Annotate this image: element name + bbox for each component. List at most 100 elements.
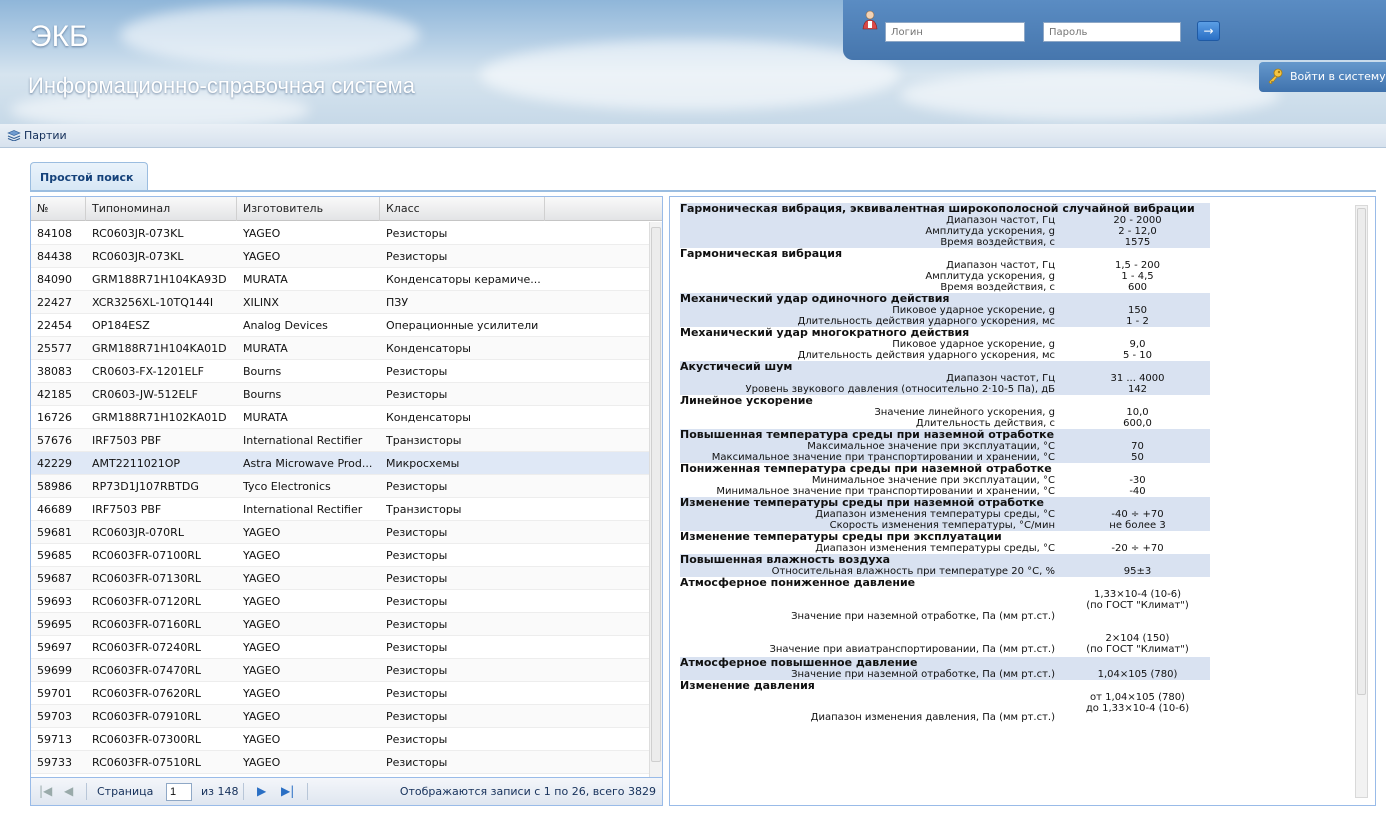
spec-row: Значение при авиатранспортировании, Па (…	[680, 633, 1210, 657]
cell-number: 22427	[37, 296, 72, 309]
table-row[interactable]: 84090 GRM188R71H104KA93D MURATA Конденсатор…	[31, 268, 649, 291]
spec-value: 20 - 2000	[1113, 215, 1162, 226]
spec-row: Значение при наземной отработке, Па (мм …	[680, 589, 1210, 633]
cell-manufacturer: YAGEO	[243, 227, 281, 240]
spec-value: -40	[1129, 486, 1146, 497]
cell-class: Конденсаторы керамиче...	[386, 273, 541, 286]
arrow-right-icon: →	[1203, 24, 1214, 38]
cell-class: Резисторы	[386, 756, 448, 769]
spec-key: Амплитуда ускорения, g	[925, 226, 1055, 237]
table-row[interactable]: 59681 RC0603JR-070RL YAGEO Резисторы	[31, 521, 649, 544]
cell-type: RP73D1J107RBTDG	[92, 480, 199, 493]
table-row[interactable]: 59693 RC0603FR-07120RL YAGEO Резисторы	[31, 590, 649, 613]
cell-manufacturer: MURATA	[243, 411, 288, 424]
cell-type: RC0603FR-07240RL	[92, 641, 202, 654]
tab-simple-search[interactable]: Простой поиск	[30, 162, 148, 190]
table-row[interactable]: 58986 RP73D1J107RBTDG Tyco Electronics Рези…	[31, 475, 649, 498]
cell-manufacturer: Bourns	[243, 388, 282, 401]
spec-value: 9,0	[1129, 339, 1146, 350]
spec-row: Диапазон изменения температуры среды, °С…	[680, 509, 1210, 520]
cell-class: Резисторы	[386, 480, 448, 493]
table-row[interactable]: 59685 RC0603FR-07100RL YAGEO Резисторы	[31, 544, 649, 567]
table-row[interactable]: 42229 AMT2211021OP Astra Microwave Prod...…	[31, 452, 649, 475]
cell-manufacturer: YAGEO	[243, 526, 281, 539]
table-row[interactable]: 46689 IRF7503 PBF International Rectifier Т…	[31, 498, 649, 521]
cell-number: 59697	[37, 641, 72, 654]
table-row[interactable]: 59703 RC0603FR-07910RL YAGEO Резисторы	[31, 705, 649, 728]
cell-manufacturer: YAGEO	[243, 572, 281, 585]
table-row[interactable]: 57676 IRF7503 PBF International Rectifier Т…	[31, 429, 649, 452]
column-header-number[interactable]: №	[31, 197, 86, 221]
cell-manufacturer: Bourns	[243, 365, 282, 378]
spec-section-title: Атмосферное повышенное давление	[680, 657, 1210, 669]
cell-manufacturer: MURATA	[243, 342, 288, 355]
tab-underline	[30, 190, 1376, 192]
password-input[interactable]	[1043, 22, 1181, 42]
spec-value: 31 ... 4000	[1110, 373, 1165, 384]
table-row[interactable]: 59699 RC0603FR-07470RL YAGEO Резисторы	[31, 659, 649, 682]
cell-type: RC0603FR-07510RL	[92, 756, 202, 769]
key-icon	[1268, 68, 1283, 84]
table-row[interactable]: 84108 RC0603JR-073KL YAGEO Резисторы	[31, 222, 649, 245]
cell-number: 59685	[37, 549, 72, 562]
cell-type: RC0603JR-070RL	[92, 526, 184, 539]
enter-system-button[interactable]: Войти в систему	[1259, 62, 1386, 92]
cell-manufacturer: Astra Microwave Prod...	[243, 457, 373, 470]
cell-number: 16726	[37, 411, 72, 424]
grid-scrollbar-thumb[interactable]	[651, 227, 661, 762]
prev-page-icon[interactable]: ◀	[64, 784, 73, 798]
table-row[interactable]: 59697 RC0603FR-07240RL YAGEO Резисторы	[31, 636, 649, 659]
spec-value: 10,0	[1126, 407, 1149, 418]
first-page-icon[interactable]: |◀	[39, 784, 52, 798]
table-row[interactable]: 59733 RC0603FR-07510RL YAGEO Резисторы	[31, 751, 649, 774]
table-row[interactable]: 38083 CR0603-FX-1201ELF Bourns Резисторы	[31, 360, 649, 383]
menu-item-parties[interactable]: Партии	[7, 129, 67, 142]
table-row[interactable]: 84438 RC0603JR-073KL YAGEO Резисторы	[31, 245, 649, 268]
spec-key: Значение при авиатранспортировании, Па (…	[769, 644, 1055, 655]
cell-class: Резисторы	[386, 549, 448, 562]
table-row[interactable]: 59695 RC0603FR-07160RL YAGEO Резисторы	[31, 613, 649, 636]
cell-class: Резисторы	[386, 250, 448, 263]
table-row[interactable]: 59687 RC0603FR-07130RL YAGEO Резисторы	[31, 567, 649, 590]
spec-value: не более 3	[1109, 520, 1166, 531]
spec-row: Диапазон частот, Гц 1,5 - 200	[680, 260, 1210, 271]
spec-value: 2×104 (150) (по ГОСТ "Климат")	[1086, 633, 1189, 655]
login-bar: →	[843, 0, 1386, 60]
table-row[interactable]: 42185 CR0603-JW-512ELF Bourns Резисторы	[31, 383, 649, 406]
login-input[interactable]	[885, 22, 1025, 42]
grid-header: № Типономинал Изготовитель Класс	[31, 197, 662, 221]
page-label: Страница	[97, 785, 154, 798]
grid-scrollbar[interactable]	[649, 222, 662, 777]
last-page-icon[interactable]: ▶|	[281, 784, 294, 798]
cell-number: 84090	[37, 273, 72, 286]
cell-number: 59703	[37, 710, 72, 723]
detail-scrollbar[interactable]	[1355, 205, 1368, 798]
spec-section-title: Линейное ускорение	[680, 394, 813, 407]
spec-value: 1,33×10-4 (10-6) (по ГОСТ "Климат")	[1086, 589, 1189, 611]
spec-section-title: Изменение температуры среды при наземной…	[680, 497, 1210, 509]
column-header-manufacturer[interactable]: Изготовитель	[237, 197, 380, 221]
cell-number: 84438	[37, 250, 72, 263]
table-row[interactable]: 25577 GRM188R71H104KA01D MURATA Конденсатор…	[31, 337, 649, 360]
cell-class: ПЗУ	[386, 296, 409, 309]
cell-class: Резисторы	[386, 733, 448, 746]
page-total-label: из 148	[201, 785, 239, 798]
page-number-input[interactable]	[166, 783, 192, 801]
cell-type: AMT2211021OP	[92, 457, 181, 470]
spec-value: 142	[1127, 384, 1148, 395]
column-header-type[interactable]: Типономинал	[86, 197, 237, 221]
spec-section-title: Механический удар многократного действия	[680, 326, 970, 339]
cell-manufacturer: International Rectifier	[243, 434, 363, 447]
cell-number: 59701	[37, 687, 72, 700]
table-row[interactable]: 59701 RC0603FR-07620RL YAGEO Резисторы	[31, 682, 649, 705]
table-row[interactable]: 59713 RC0603FR-07300RL YAGEO Резисторы	[31, 728, 649, 751]
detail-scrollbar-thumb[interactable]	[1357, 208, 1366, 695]
table-row[interactable]: 16726 GRM188R71H102KA01D MURATA Конденсатор…	[31, 406, 649, 429]
table-row[interactable]: 22454 OP184ESZ Analog Devices Операционные …	[31, 314, 649, 337]
login-submit-button[interactable]: →	[1197, 21, 1220, 41]
next-page-icon[interactable]: ▶	[257, 784, 266, 798]
column-header-class[interactable]: Класс	[380, 197, 545, 221]
menu-item-parties-label: Партии	[24, 129, 67, 142]
spec-row: Максимальное значение при эксплуатации, …	[680, 441, 1210, 452]
table-row[interactable]: 22427 XCR3256XL-10TQ144I XILINX ПЗУ	[31, 291, 649, 314]
